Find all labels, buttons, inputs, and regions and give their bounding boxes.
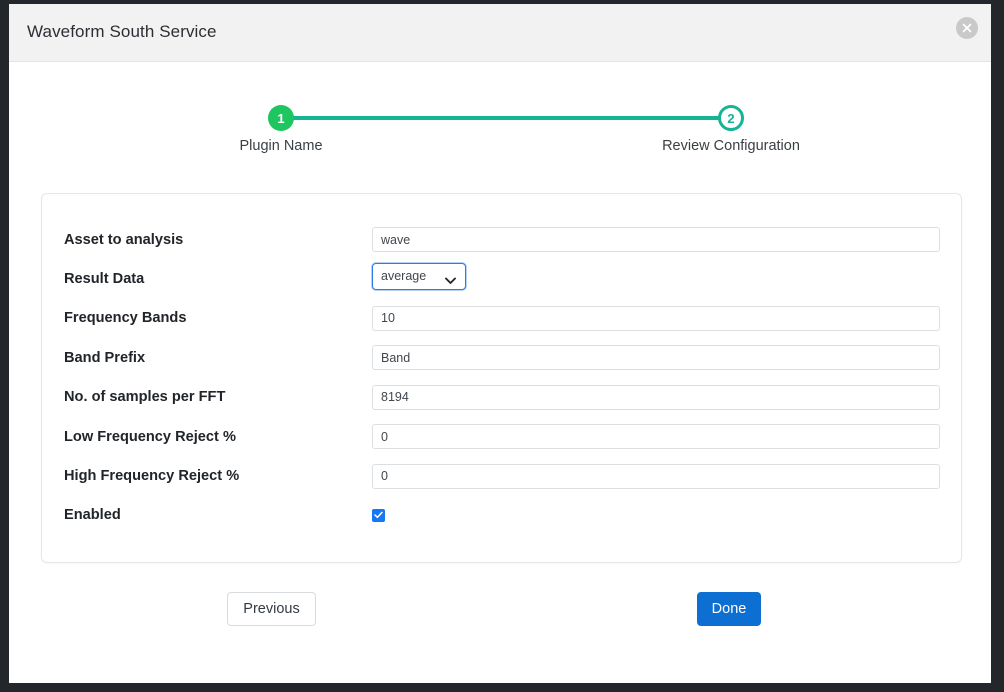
- page-title: Waveform South Service: [27, 22, 217, 42]
- label-enabled: Enabled: [64, 507, 121, 523]
- input-low-frequency-reject[interactable]: [372, 424, 940, 449]
- label-samples-per-fft: No. of samples per FFT: [64, 389, 225, 405]
- stepper-step-1-label: Plugin Name: [239, 138, 322, 154]
- previous-button[interactable]: Previous: [227, 592, 316, 626]
- stepper-step-2-label: Review Configuration: [662, 138, 800, 154]
- wizard-footer: Previous Done: [9, 592, 991, 632]
- input-frequency-bands[interactable]: [372, 306, 940, 331]
- modal-header: Waveform South Service: [9, 4, 991, 62]
- form-row-result-data: Result Data average: [42, 259, 961, 298]
- input-samples-per-fft[interactable]: [372, 385, 940, 410]
- checkbox-enabled[interactable]: [372, 509, 385, 522]
- form-row-asset-to-analysis: Asset to analysis: [42, 220, 961, 259]
- label-result-data: Result Data: [64, 271, 144, 287]
- label-asset-to-analysis: Asset to analysis: [64, 232, 183, 248]
- form-row-band-prefix: Band Prefix: [42, 338, 961, 377]
- stepper-step-2[interactable]: 2: [718, 105, 744, 131]
- input-band-prefix[interactable]: [372, 345, 940, 370]
- chevron-down-icon: [445, 272, 456, 290]
- input-asset-to-analysis[interactable]: [372, 227, 940, 252]
- label-high-frequency-reject: High Frequency Reject %: [64, 468, 239, 484]
- form-row-samples-per-fft: No. of samples per FFT: [42, 378, 961, 417]
- label-frequency-bands: Frequency Bands: [64, 310, 186, 326]
- stepper-step-2-number: 2: [727, 111, 734, 126]
- screen-root: Waveform South Service 1 Plugin Name 2 R…: [0, 0, 1004, 692]
- stepper-connector: [285, 116, 727, 120]
- select-result-data-value: average: [381, 269, 426, 283]
- label-band-prefix: Band Prefix: [64, 350, 145, 366]
- form-row-low-frequency-reject: Low Frequency Reject %: [42, 417, 961, 456]
- field-asset-to-analysis: [372, 227, 940, 252]
- select-result-data[interactable]: average: [372, 263, 466, 290]
- configuration-form: Asset to analysis Result Data average: [42, 220, 961, 535]
- field-band-prefix: [372, 345, 940, 370]
- label-low-frequency-reject: Low Frequency Reject %: [64, 429, 236, 445]
- form-row-enabled: Enabled: [42, 496, 961, 535]
- stepper-step-1-number: 1: [277, 111, 284, 126]
- form-row-frequency-bands: Frequency Bands: [42, 299, 961, 338]
- input-high-frequency-reject[interactable]: [372, 464, 940, 489]
- field-enabled: [372, 509, 940, 522]
- field-high-frequency-reject: [372, 464, 940, 489]
- field-frequency-bands: [372, 306, 940, 331]
- close-icon[interactable]: [956, 17, 978, 39]
- stepper-step-1[interactable]: 1: [268, 105, 294, 131]
- done-button[interactable]: Done: [697, 592, 761, 626]
- field-samples-per-fft: [372, 385, 940, 410]
- form-row-high-frequency-reject: High Frequency Reject %: [42, 456, 961, 495]
- wizard-stepper: 1 Plugin Name 2 Review Configuration: [9, 62, 991, 167]
- configuration-card: Asset to analysis Result Data average: [41, 193, 962, 563]
- field-result-data: average: [372, 263, 940, 295]
- modal-dialog: Waveform South Service 1 Plugin Name 2 R…: [9, 4, 991, 683]
- field-low-frequency-reject: [372, 424, 940, 449]
